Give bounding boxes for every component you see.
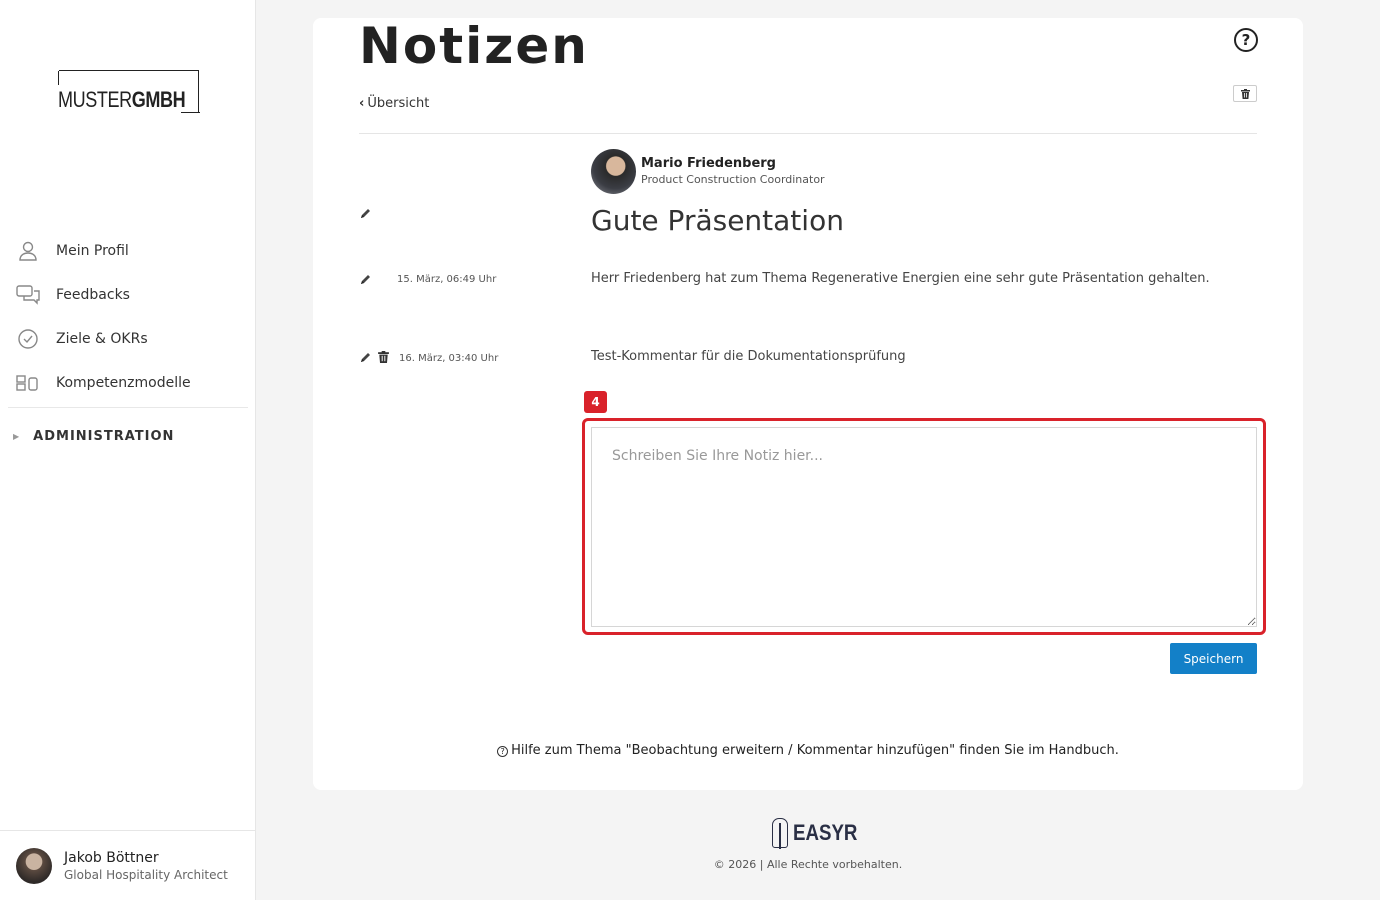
copyright: © 2026 | Alle Rechte vorbehalten. [713, 858, 903, 871]
help-circle-icon: ? [497, 746, 509, 757]
person-name: Mario Friedenberg [641, 156, 776, 171]
divider [359, 133, 1257, 134]
company-logo[interactable]: MUSTERGMBH [58, 70, 200, 113]
easyr-logo: EASYR [772, 818, 869, 849]
nav-label: Feedbacks [56, 287, 130, 303]
note-textarea[interactable] [591, 427, 1257, 627]
logo-text-gmbh: GMBH [131, 87, 186, 112]
chat-bubbles-icon [16, 283, 40, 307]
nav-item-kompetenzmodelle[interactable]: Kompetenzmodelle [0, 361, 256, 405]
delete-note-button[interactable] [1233, 85, 1257, 102]
nav-label: Ziele & OKRs [56, 331, 148, 347]
avatar [16, 847, 52, 884]
person-role: Product Construction Coordinator [641, 173, 825, 186]
help-hint[interactable]: ? Hilfe zum Thema "Beobachtung erweitern … [313, 743, 1303, 758]
user-role: Global Hospitality Architect [64, 867, 228, 882]
back-label: Übersicht [367, 96, 430, 111]
admin-label: ADMINISTRATION [33, 428, 175, 444]
entry-text: Herr Friedenberg hat zum Thema Regenerat… [591, 271, 1210, 286]
back-link[interactable]: ‹ Übersicht [359, 96, 429, 111]
chevron-left-icon: ‹ [359, 96, 365, 111]
nav-label: Mein Profil [56, 243, 129, 259]
easyr-mark-icon [772, 818, 788, 849]
help-icon[interactable]: ? [1234, 28, 1258, 52]
edit-entry-pencil-icon[interactable] [359, 273, 373, 287]
nav-item-ziele-okrs[interactable]: Ziele & OKRs [0, 317, 256, 361]
user-icon [16, 239, 40, 263]
check-circle-icon [16, 327, 40, 351]
blocks-icon [16, 371, 40, 395]
step-badge: 4 [584, 391, 607, 413]
trash-icon [1240, 88, 1250, 99]
note-title: Gute Präsentation [591, 204, 844, 237]
nav-item-administration[interactable]: ▶ ADMINISTRATION [0, 408, 256, 464]
edit-title-pencil-icon[interactable] [359, 207, 373, 221]
current-user[interactable]: Jakob Böttner Global Hospitality Archite… [0, 830, 256, 900]
edit-entry-pencil-icon[interactable] [359, 351, 373, 365]
avatar [591, 149, 636, 194]
trash-icon[interactable] [378, 351, 389, 363]
entry-date: 16. März, 03:40 Uhr [399, 353, 499, 364]
note-person: Mario Friedenberg Product Construction C… [591, 149, 825, 194]
hint-text: Hilfe zum Thema "Beobachtung erweitern /… [511, 743, 1119, 758]
entry-date: 15. März, 06:49 Uhr [397, 274, 497, 285]
nav-item-mein-profil[interactable]: Mein Profil [0, 229, 256, 273]
nav-item-feedbacks[interactable]: Feedbacks [0, 273, 256, 317]
user-name: Jakob Böttner [64, 849, 159, 866]
caret-right-icon: ▶ [13, 431, 20, 441]
brand-name: EASYR [793, 820, 858, 845]
logo-text-muster: MUSTER [58, 87, 132, 112]
page-title: Notizen [359, 17, 589, 75]
nav-label: Kompetenzmodelle [56, 375, 191, 391]
save-button[interactable]: Speichern [1170, 643, 1257, 674]
entry-text: Test-Kommentar für die Dokumentationsprü… [591, 349, 906, 364]
sidebar: MUSTERGMBH Mein Profil Feedbacks Ziele &… [0, 0, 256, 900]
main-nav: Mein Profil Feedbacks Ziele & OKRs Kompe… [0, 229, 256, 464]
notes-card: Notizen ? ‹ Übersicht Mario Friedenberg … [313, 17, 1303, 790]
